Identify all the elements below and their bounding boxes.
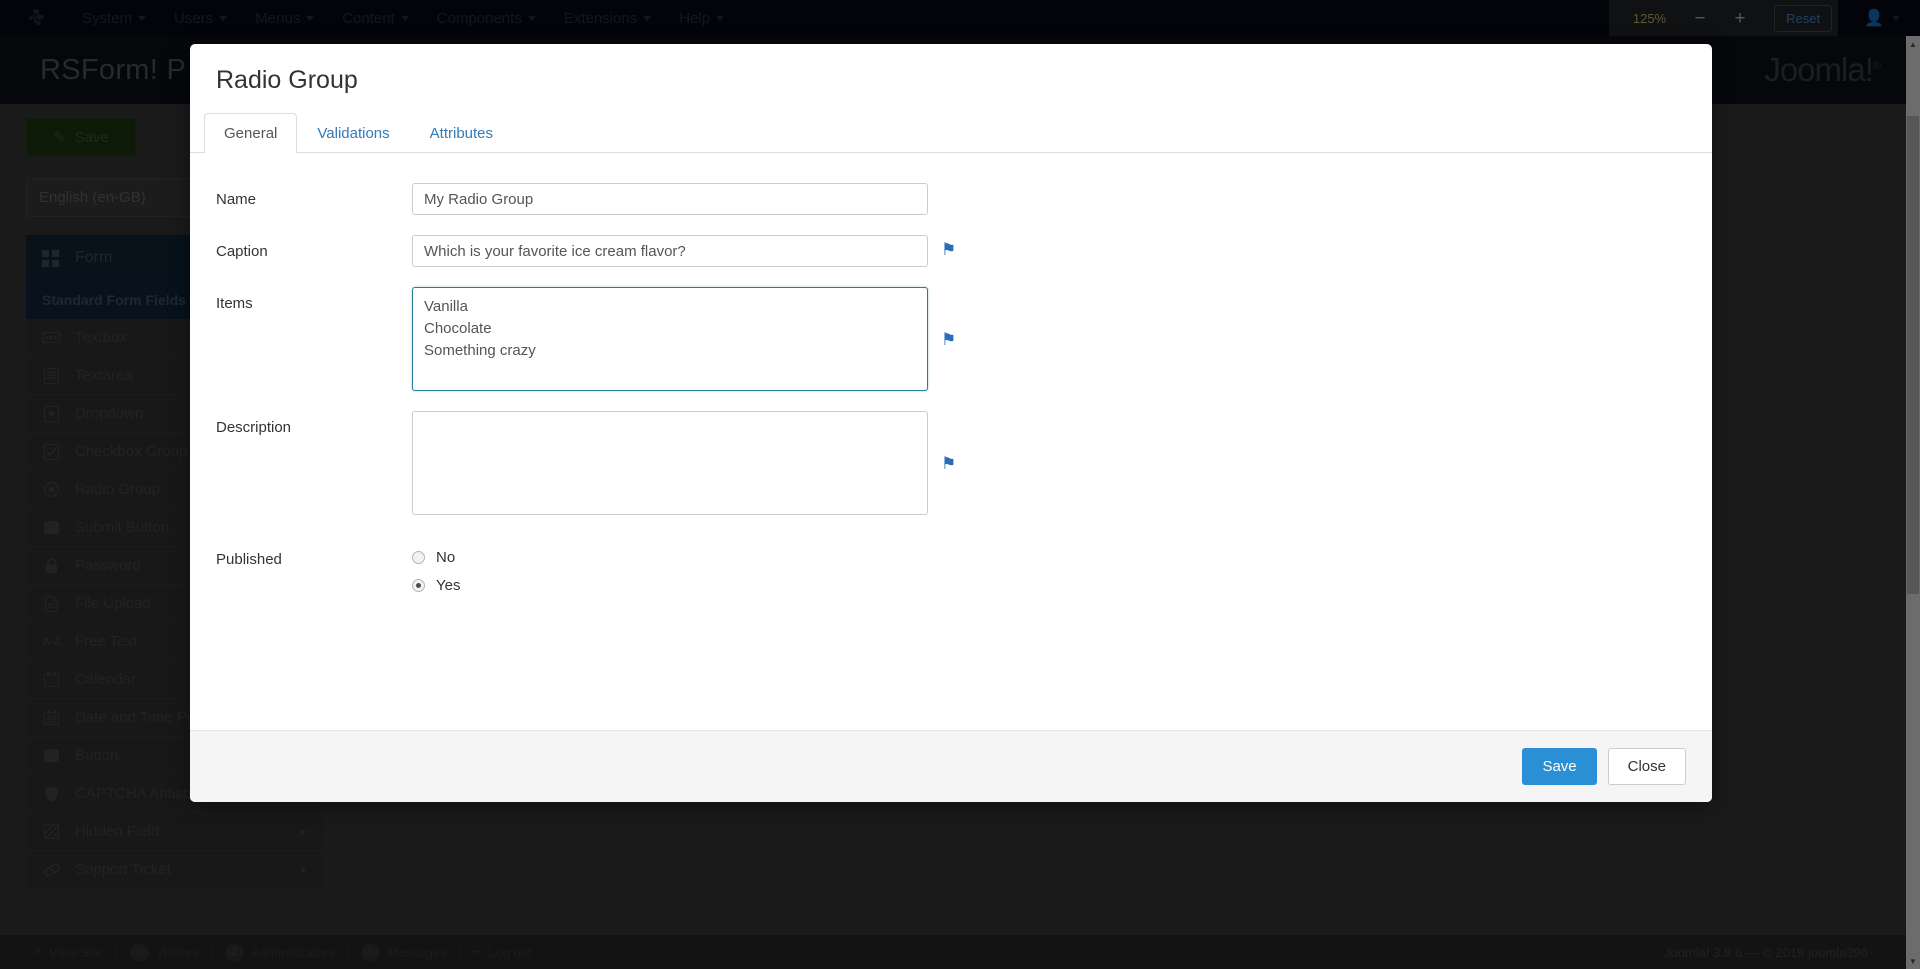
description-textarea[interactable] bbox=[412, 411, 928, 515]
published-option-no[interactable]: No bbox=[412, 549, 460, 566]
name-field-wrap bbox=[412, 183, 928, 215]
caption-field-wrap: ⚑ bbox=[412, 235, 956, 267]
description-field-label: Description bbox=[216, 411, 412, 436]
radio-group-modal: Radio Group General Validations Attribut… bbox=[190, 44, 1712, 802]
close-button[interactable]: Close bbox=[1608, 748, 1686, 785]
modal-footer: Save Close bbox=[190, 730, 1712, 802]
name-input[interactable] bbox=[412, 183, 928, 215]
radio-label-yes: Yes bbox=[436, 577, 460, 594]
field-row-description: Description ⚑ bbox=[190, 411, 1712, 515]
name-field-label: Name bbox=[216, 183, 412, 208]
flag-icon[interactable]: ⚑ bbox=[941, 241, 956, 258]
published-radio-group: No Yes bbox=[412, 549, 460, 605]
radio-button-yes[interactable] bbox=[412, 579, 425, 592]
published-option-yes[interactable]: Yes bbox=[412, 577, 460, 594]
field-row-published: Published No Yes bbox=[190, 549, 1712, 605]
modal-title: Radio Group bbox=[190, 44, 1712, 113]
field-row-caption: Caption ⚑ bbox=[190, 235, 1712, 267]
modal-tab-bar: General Validations Attributes bbox=[190, 113, 1712, 153]
published-field-label: Published bbox=[216, 549, 412, 568]
description-field-wrap: ⚑ bbox=[412, 411, 956, 515]
items-field-label: Items bbox=[216, 287, 412, 312]
items-textarea[interactable] bbox=[412, 287, 928, 391]
tab-general[interactable]: General bbox=[204, 113, 297, 153]
field-row-name: Name bbox=[190, 183, 1712, 215]
caption-field-label: Caption bbox=[216, 235, 412, 260]
save-button[interactable]: Save bbox=[1522, 748, 1596, 785]
flag-icon[interactable]: ⚑ bbox=[941, 455, 956, 472]
tab-attributes[interactable]: Attributes bbox=[410, 113, 513, 153]
caption-input[interactable] bbox=[412, 235, 928, 267]
flag-icon[interactable]: ⚑ bbox=[941, 331, 956, 348]
items-field-wrap: ⚑ bbox=[412, 287, 956, 391]
tab-validations[interactable]: Validations bbox=[297, 113, 409, 153]
joomla-admin-app: System Users Menus Content Components Ex… bbox=[0, 0, 1920, 969]
field-row-items: Items ⚑ bbox=[190, 287, 1712, 391]
radio-button-no[interactable] bbox=[412, 551, 425, 564]
radio-label-no: No bbox=[436, 549, 455, 566]
modal-body: Name Caption ⚑ Items ⚑ D bbox=[190, 153, 1712, 730]
